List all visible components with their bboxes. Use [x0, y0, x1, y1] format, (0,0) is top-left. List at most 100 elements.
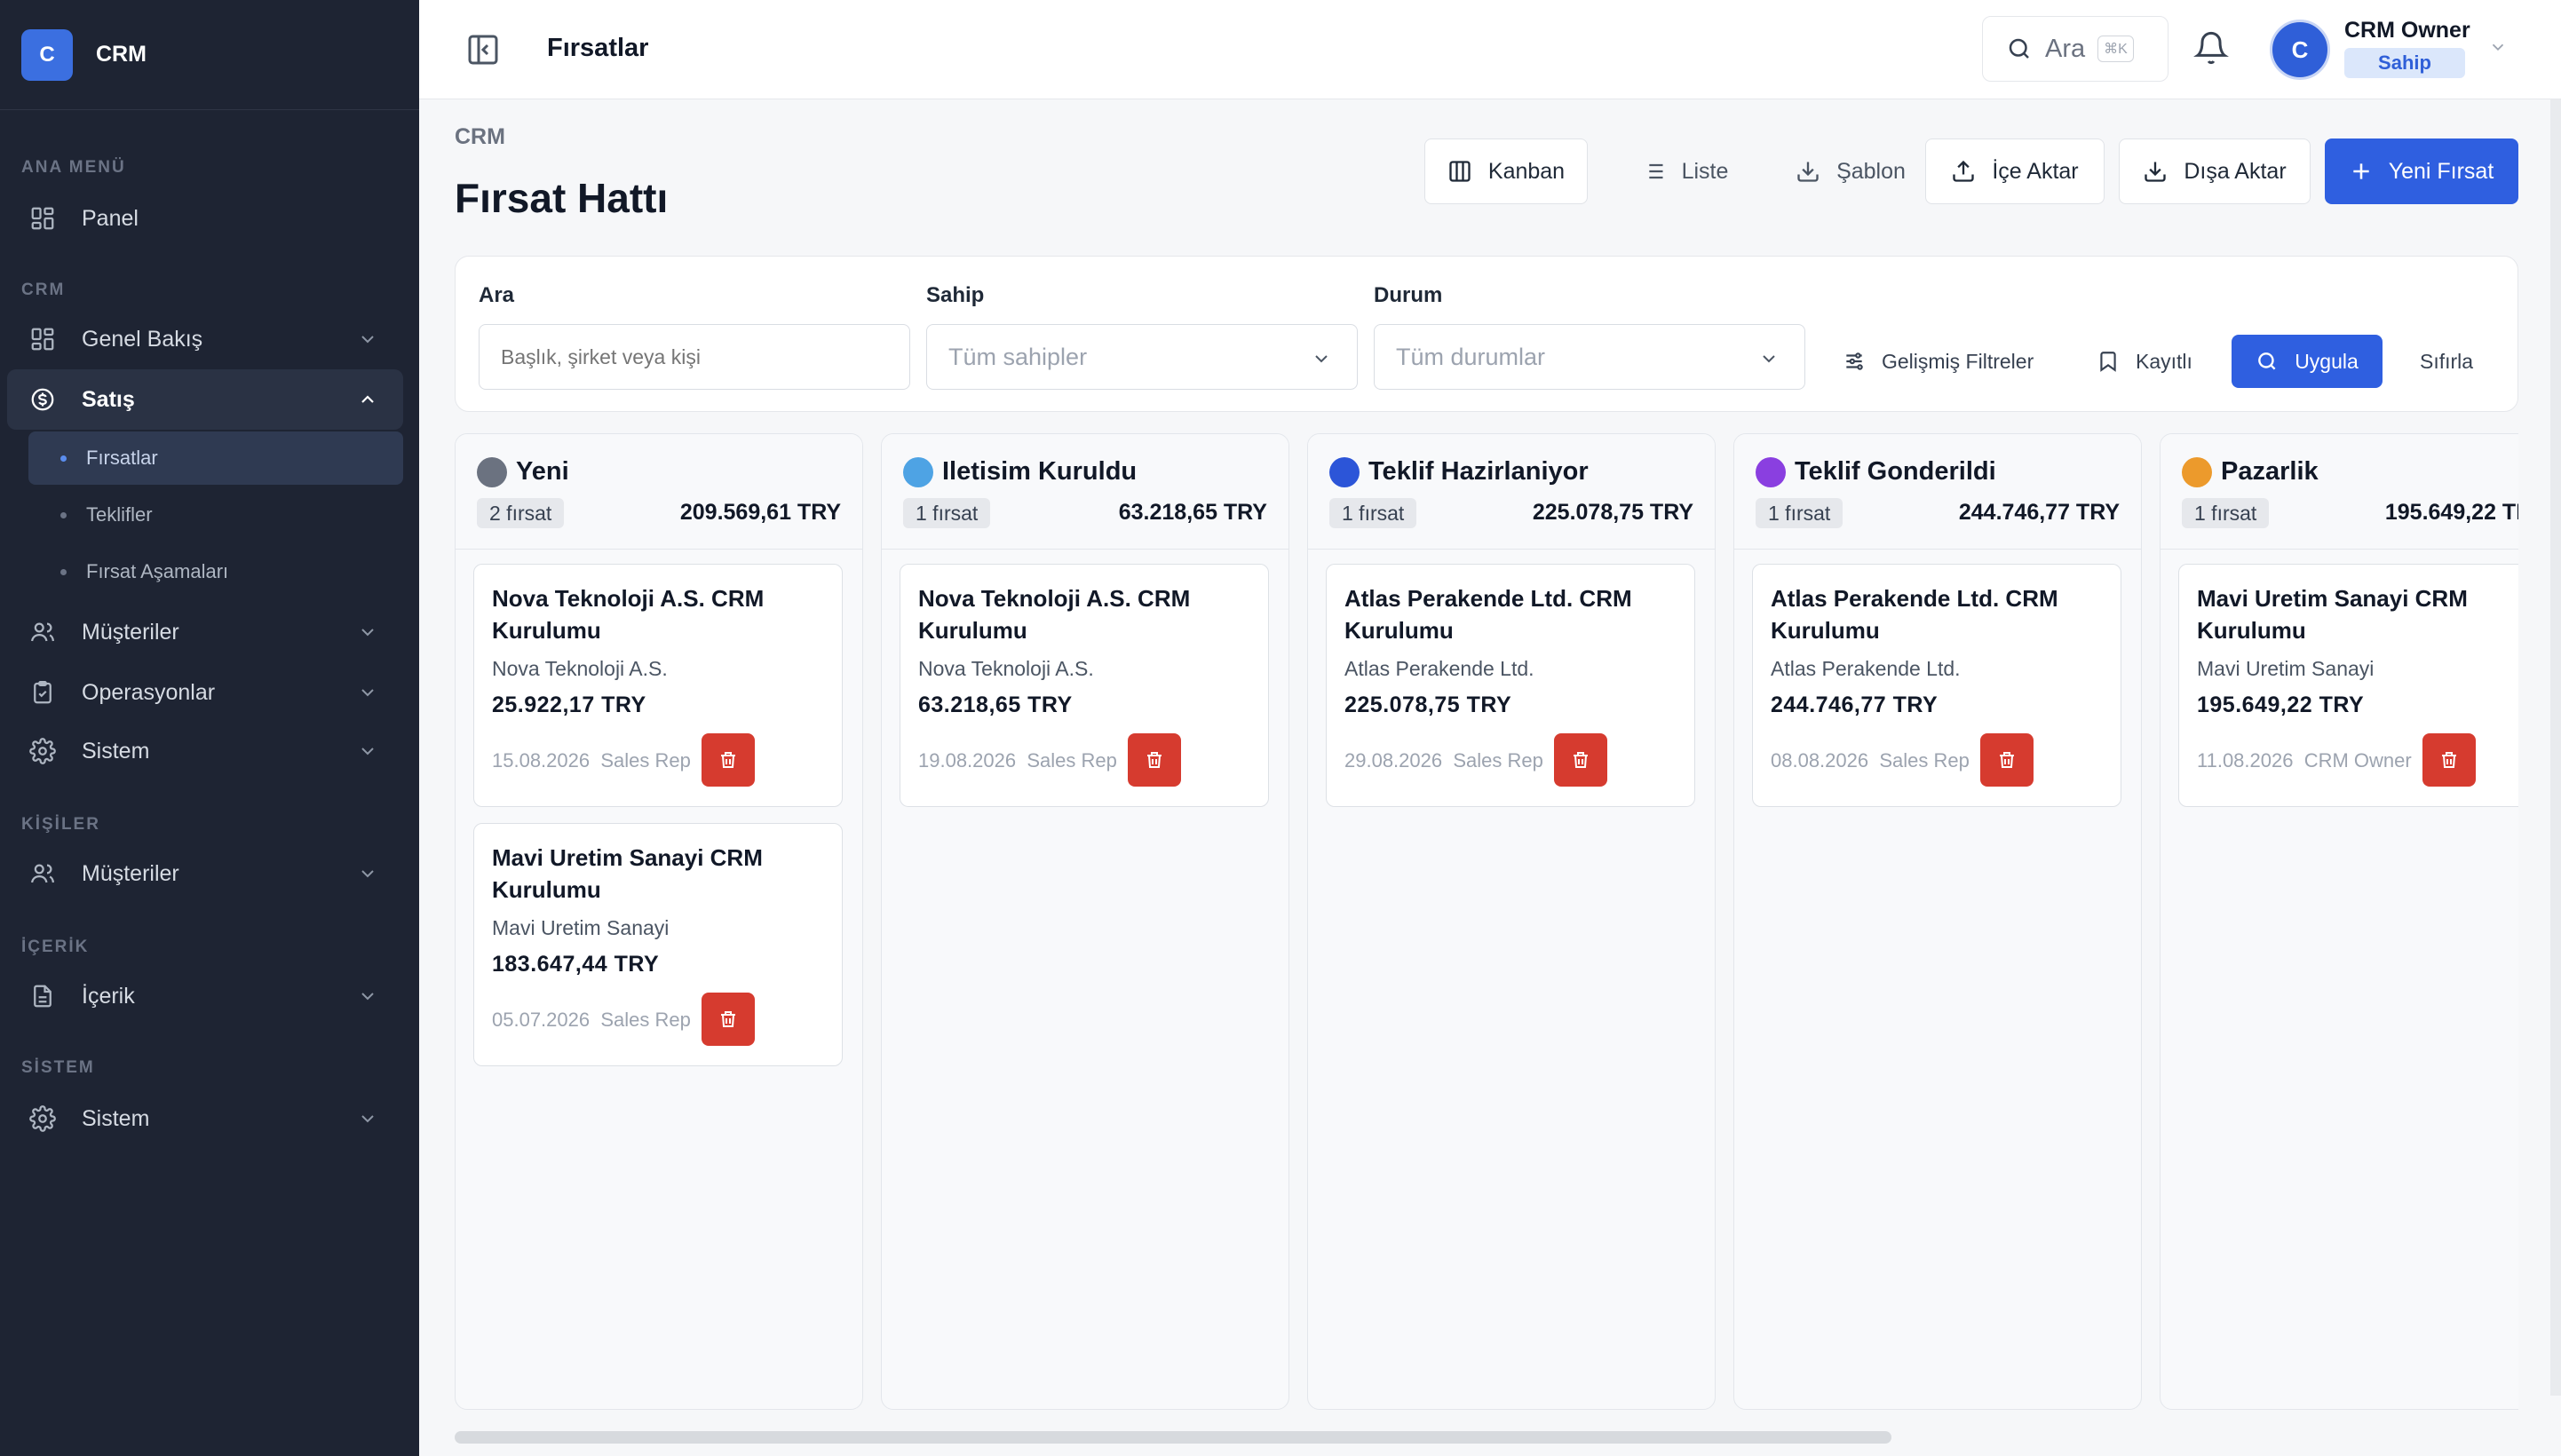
sidebar-item-people-customers[interactable]: Müşteriler [7, 843, 403, 904]
search-input[interactable] [479, 324, 910, 390]
opportunity-card[interactable]: Mavi Uretim Sanayi CRM Kurulumu Mavi Ure… [473, 823, 843, 1066]
section-title-people: KİŞİLER [21, 815, 100, 834]
card-company: Atlas Perakende Ltd. [1771, 657, 1961, 680]
opportunity-card[interactable]: Atlas Perakende Ltd. CRM Kurulumu Atlas … [1752, 564, 2121, 807]
card-amount: 244.746,77 TRY [1771, 692, 1939, 717]
button-label: Gelişmiş Filtreler [1882, 349, 2034, 373]
trash-icon [721, 1011, 735, 1027]
status-select-value: Tüm durumlar [1396, 343, 1546, 370]
reset-filters-button[interactable]: Sıfırla [2420, 335, 2473, 388]
chevron-down-icon[interactable] [2488, 37, 2508, 57]
user-name[interactable]: CRM Owner [2344, 18, 2470, 44]
sliders-icon [1846, 352, 1863, 370]
opportunity-card[interactable]: Nova Teknoloji A.S. CRM Kurulumu Nova Te… [473, 564, 843, 807]
delete-button[interactable] [1980, 733, 2034, 787]
status-select[interactable]: Tüm durumlar [1374, 324, 1805, 390]
card-title[interactable]: Atlas Perakende Ltd. CRM Kurulumu [1771, 582, 2099, 646]
delete-button[interactable] [702, 733, 755, 787]
search-icon [2258, 352, 2276, 370]
column-header: Yeni 2 fırsat 209.569,61 TRY [456, 434, 862, 550]
delete-button[interactable] [1554, 733, 1607, 787]
sidebar-item-system[interactable]: Sistem [7, 721, 403, 781]
card-date: 05.07.2026 [492, 1009, 591, 1031]
dashboard-icon [28, 204, 57, 233]
import-button[interactable]: İçe Aktar [1925, 138, 2105, 204]
vertical-scrollbar[interactable] [2550, 99, 2561, 1396]
opportunity-card[interactable]: Atlas Perakende Ltd. CRM Kurulumu Atlas … [1326, 564, 1695, 807]
card-title[interactable]: Mavi Uretim Sanayi CRM Kurulumu [492, 842, 821, 906]
list-view-button[interactable]: Liste [1609, 138, 1760, 204]
avatar[interactable]: C [2270, 20, 2330, 80]
document-icon [28, 982, 57, 1010]
sidebar-subitem-stages[interactable]: Fırsat Aşamaları [28, 545, 403, 598]
global-search-button[interactable]: Ara ⌘K [1982, 16, 2169, 82]
clipboard-icon [28, 678, 57, 707]
section-title-content: İÇERİK [21, 938, 90, 956]
column-total: 244.746,77 TRY [1958, 500, 2120, 525]
breadcrumb[interactable]: CRM [455, 124, 505, 150]
sidebar-item-content[interactable]: İçerik [7, 966, 403, 1026]
stage-color-icon [2182, 457, 2212, 487]
brand-logo[interactable]: C [21, 28, 73, 81]
card-title[interactable]: Nova Teknoloji A.S. CRM Kurulumu [918, 582, 1247, 646]
kanban-column[interactable]: Teklif Hazirlaniyor 1 fırsat 225.078,75 … [1307, 433, 1716, 1410]
button-label: Uygula [2295, 349, 2359, 373]
owner-select[interactable]: Tüm sahipler [926, 324, 1358, 390]
sidebar-item-customers[interactable]: Müşteriler [7, 602, 403, 662]
brand: C CRM [0, 0, 419, 110]
opportunity-card[interactable]: Nova Teknoloji A.S. CRM Kurulumu Nova Te… [900, 564, 1269, 807]
sidebar-item-panel[interactable]: Panel [7, 188, 403, 249]
card-title[interactable]: Nova Teknoloji A.S. CRM Kurulumu [492, 582, 821, 646]
column-header: Teklif Gonderildi 1 fırsat 244.746,77 TR… [1734, 434, 2141, 550]
card-date: 15.08.2026 [492, 749, 591, 772]
card-amount: 183.647,44 TRY [492, 952, 660, 977]
chevron-down-icon [361, 689, 374, 697]
gear-icon [28, 1104, 57, 1133]
apply-filters-button[interactable]: Uygula [2232, 335, 2383, 388]
sidebar-item-overview[interactable]: Genel Bakış [7, 309, 403, 369]
card-owner: Sales Rep [1879, 749, 1970, 772]
column-total: 195.649,22 TRY [2384, 500, 2518, 525]
sidebar-item-system-2[interactable]: Sistem [7, 1088, 403, 1149]
column-title: Iletisim Kuruldu [942, 457, 1138, 486]
saved-filters-button[interactable]: Kayıtlı [2097, 335, 2192, 388]
button-label: Dışa Aktar [2184, 158, 2287, 184]
sidebar-toggle-icon[interactable] [465, 32, 501, 67]
card-title[interactable]: Atlas Perakende Ltd. CRM Kurulumu [1344, 582, 1673, 646]
opportunity-card[interactable]: Mavi Uretim Sanayi CRM Kurulumu Mavi Ure… [2178, 564, 2518, 807]
kanban-column[interactable]: Pazarlik 1 fırsat 195.649,22 TRY Mavi Ur… [2160, 433, 2518, 1410]
kanban-column[interactable]: Teklif Gonderildi 1 fırsat 244.746,77 TR… [1733, 433, 2142, 1410]
card-title[interactable]: Mavi Uretim Sanayi CRM Kurulumu [2197, 582, 2518, 646]
chevron-down-icon [361, 1115, 374, 1123]
chevron-down-icon [1315, 355, 1328, 363]
template-button[interactable]: Şablon [1767, 138, 1934, 204]
brand-name[interactable]: CRM [96, 42, 147, 67]
shortcut-badge: ⌘K [2097, 36, 2134, 62]
bullet-icon [60, 455, 67, 462]
section-title-system: SİSTEM [21, 1058, 95, 1077]
list-icon [1644, 163, 1663, 179]
card-meta: 05.07.2026 Sales Rep [492, 1009, 691, 1032]
plus-icon [2353, 163, 2369, 179]
sidebar-item-operations[interactable]: Operasyonlar [7, 662, 403, 723]
kanban-view-button[interactable]: Kanban [1424, 138, 1588, 204]
kanban-column[interactable]: Iletisim Kuruldu 1 fırsat 63.218,65 TRY … [881, 433, 1289, 1410]
export-button[interactable]: Dışa Aktar [2119, 138, 2311, 204]
delete-button[interactable] [702, 993, 755, 1046]
new-opportunity-button[interactable]: Yeni Fırsat [2325, 138, 2518, 204]
button-label: Liste [1681, 158, 1729, 184]
card-meta: 11.08.2026 CRM Owner [2197, 749, 2412, 772]
advanced-filters-button[interactable]: Gelişmiş Filtreler [1843, 335, 2034, 388]
page-title-top: Fırsatlar [547, 34, 649, 62]
delete-button[interactable] [2422, 733, 2476, 787]
sidebar-subitem-opportunities[interactable]: Fırsatlar [28, 431, 403, 485]
column-title: Yeni [516, 457, 569, 486]
horizontal-scrollbar[interactable] [455, 1431, 1891, 1444]
delete-button[interactable] [1128, 733, 1181, 787]
bell-icon[interactable] [2193, 30, 2229, 66]
kanban-column[interactable]: Yeni 2 fırsat 209.569,61 TRY Nova Teknol… [455, 433, 863, 1410]
sidebar-item-sales[interactable]: Satış [7, 369, 403, 430]
sidebar-subitem-quotes[interactable]: Teklifler [28, 488, 403, 542]
chevron-up-icon [361, 395, 374, 403]
button-label: Yeni Fırsat [2388, 158, 2494, 184]
